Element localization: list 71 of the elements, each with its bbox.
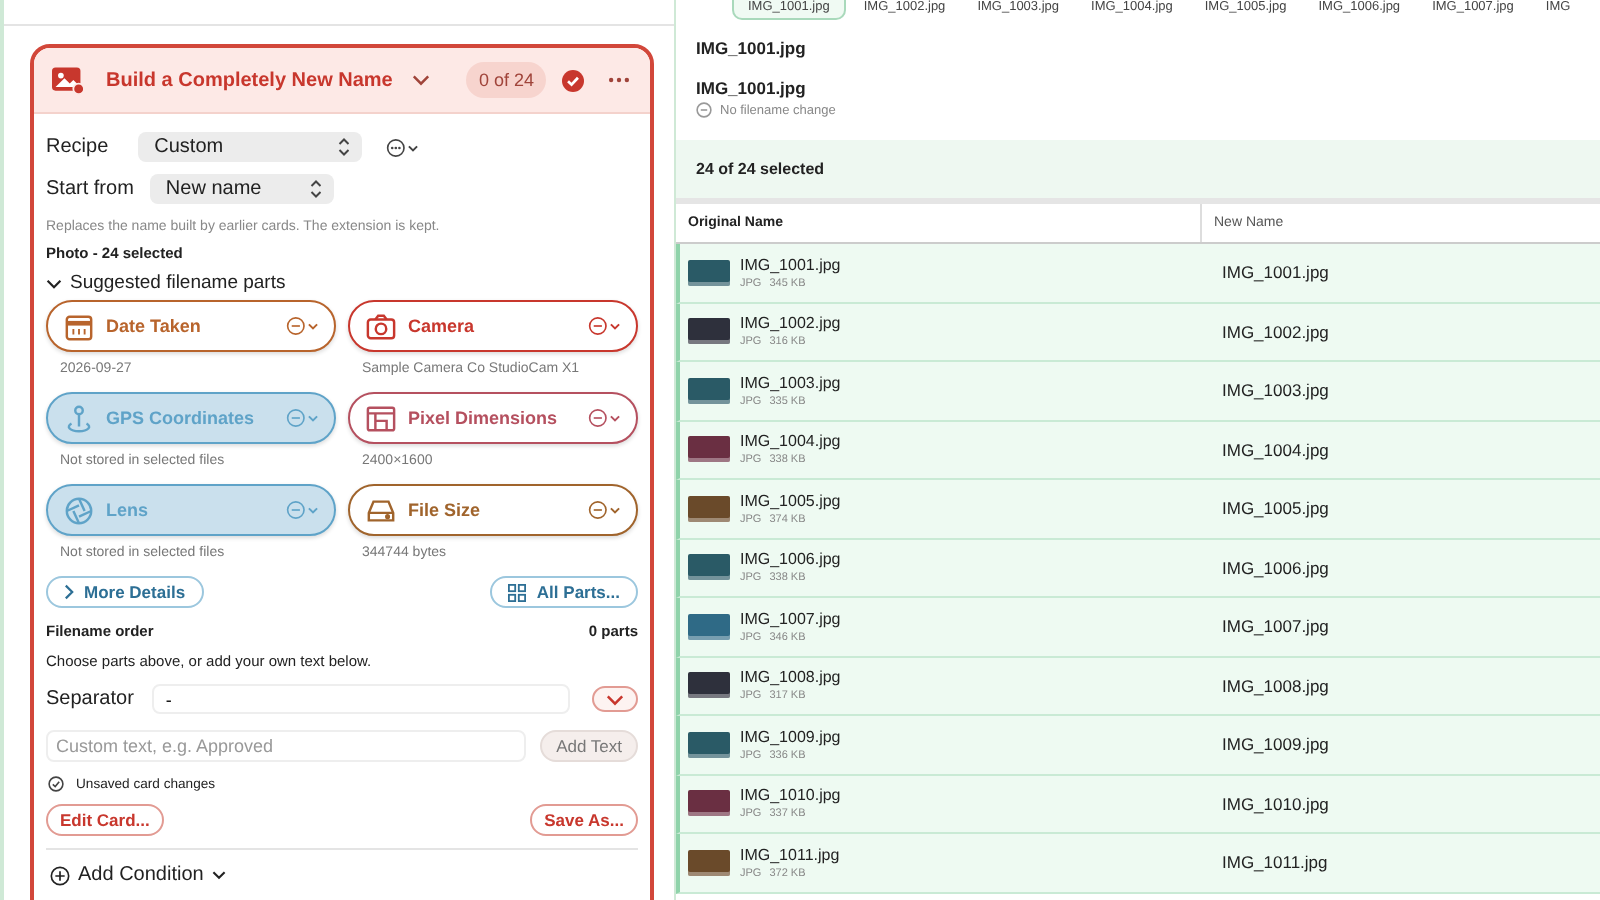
new-name-cell-text: IMG_1009.jpg: [1220, 732, 1329, 759]
edit-card-button[interactable]: Edit Card...: [46, 804, 164, 836]
chevron-right-icon: [64, 584, 74, 600]
grid-icon: [508, 583, 527, 601]
new-name-cell-text: IMG_1003.jpg: [1220, 378, 1329, 405]
aperture-icon: [64, 495, 94, 525]
options-menu-icon[interactable]: [588, 408, 624, 428]
new-name-cell-text: IMG_1007.jpg: [1220, 614, 1329, 641]
check-circle-icon[interactable]: [562, 69, 584, 91]
card-title: Build a Completely New Name: [106, 69, 395, 91]
start-from-select[interactable]: New name: [149, 174, 334, 204]
recipe-select[interactable]: Custom: [138, 132, 363, 162]
new-name-cell-text: IMG_1001.jpg: [1220, 260, 1329, 287]
file-name: IMG_1008.jpg: [740, 668, 841, 687]
filename-part-chip[interactable]: Date Taken: [46, 300, 336, 352]
chevron-down-icon: [606, 693, 624, 705]
stepper-icon: [338, 138, 351, 156]
options-menu-icon[interactable]: [386, 137, 423, 157]
match-count-badge: 0 of 24: [466, 62, 546, 98]
file-name: IMG_1010.jpg: [740, 786, 841, 805]
file-name: IMG_1005.jpg: [740, 491, 841, 510]
file-name: IMG_1006.jpg: [740, 550, 841, 569]
new-name-cell-text: IMG_1004.jpg: [1220, 437, 1329, 464]
recipe-label: Recipe: [46, 136, 109, 158]
new-filename: IMG_1001.jpg: [696, 78, 808, 98]
filename-part-chip[interactable]: Pixel Dimensions: [348, 392, 638, 444]
new-name-cell-text: IMG_1008.jpg: [1220, 673, 1329, 700]
new-name-cell-text: IMG_1005.jpg: [1220, 496, 1329, 523]
minus-circle-icon: [696, 102, 712, 118]
file-name: IMG_1004.jpg: [740, 432, 841, 451]
separator-field[interactable]: -: [151, 684, 570, 714]
camera-icon: [366, 311, 396, 341]
check-circle-icon: [48, 776, 64, 792]
new-name-cell-text: IMG_1011.jpg: [1220, 850, 1328, 877]
chevron-down-icon: [211, 870, 226, 880]
new-name-cell-text: IMG_1010.jpg: [1220, 791, 1329, 818]
location-pin-icon: [64, 403, 94, 433]
chevron-down-icon[interactable]: [412, 74, 431, 86]
file-name: IMG_1011.jpg: [740, 845, 840, 864]
more-icon[interactable]: [608, 76, 630, 84]
plus-circle-icon: [50, 865, 70, 885]
separator-label: Separator: [46, 688, 134, 710]
options-menu-icon[interactable]: [286, 316, 322, 336]
filename-part-chip[interactable]: File Size: [348, 484, 638, 536]
frame-icon: [366, 403, 396, 433]
add-text-button[interactable]: Add Text: [540, 729, 638, 761]
file-name: IMG_1009.jpg: [740, 727, 841, 746]
all-parts-button[interactable]: All Parts...: [490, 576, 638, 608]
options-menu-icon[interactable]: [588, 316, 624, 336]
more-details-button[interactable]: More Details: [46, 576, 204, 608]
chevron-icon: [46, 275, 62, 291]
new-name-cell-text: IMG_1006.jpg: [1220, 555, 1329, 582]
file-name: IMG_1007.jpg: [740, 609, 841, 628]
new-name-cell-text: IMG_1002.jpg: [1220, 319, 1329, 346]
start-from-label: Start from: [46, 178, 134, 200]
custom-text-field[interactable]: Custom text, e.g. Approved: [46, 729, 527, 761]
section-toggle[interactable]: Suggested filename parts: [46, 272, 638, 294]
file-name: IMG_1001.jpg: [740, 255, 841, 274]
filename-part-chip[interactable]: Camera: [348, 300, 638, 352]
separator-menu-button[interactable]: [592, 686, 638, 712]
add-condition-button[interactable]: Add Condition: [46, 850, 230, 900]
image-icon: [50, 64, 86, 96]
file-name: IMG_1002.jpg: [740, 314, 841, 333]
calendar-icon: [64, 311, 94, 341]
file-name: IMG_1003.jpg: [740, 373, 841, 392]
options-menu-icon[interactable]: [588, 500, 624, 520]
original-filename: IMG_1001.jpg: [696, 38, 808, 58]
stepper-icon: [309, 180, 322, 198]
save-as-button[interactable]: Save As...: [530, 804, 638, 836]
drive-icon: [366, 495, 396, 525]
selection-count: 24 of 24 selected: [696, 160, 825, 178]
